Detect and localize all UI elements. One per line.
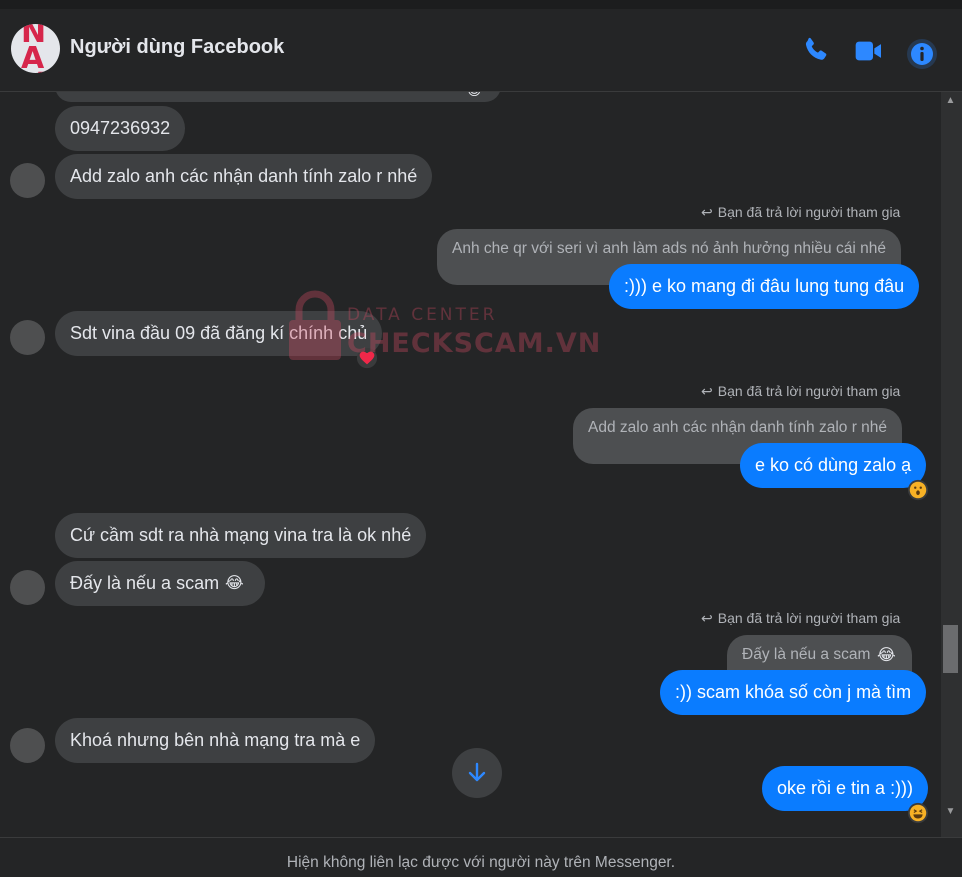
contact-name[interactable]: Người dùng Facebook <box>70 36 284 59</box>
sender-avatar[interactable] <box>10 163 45 198</box>
reply-arrow-icon: ↩ <box>701 383 713 399</box>
video-call-icon[interactable] <box>853 35 885 67</box>
sender-avatar[interactable] <box>10 728 45 763</box>
unavailable-notice: Hiện không liên lạc được với người này t… <box>0 837 962 877</box>
arrow-down-icon <box>468 762 486 782</box>
reply-indicator: ↩ Bạn đã trả lời người tham gia <box>701 383 901 399</box>
partial-emoji: 😊 <box>467 92 482 100</box>
message-bubble-incoming[interactable]: 0947236932 <box>55 106 186 151</box>
message-bubble-incoming[interactable]: Khoá nhưng bên nhà mạng tra mà e <box>55 718 376 763</box>
sender-avatar[interactable] <box>10 570 45 605</box>
wow-reaction-icon[interactable] <box>907 479 929 501</box>
messenger-window: NAV Người dùng Facebook 😊 0947236932 Add… <box>0 0 962 877</box>
contact-avatar[interactable]: NAV <box>11 24 60 73</box>
message-bubble-outgoing[interactable]: :))) e ko mang đi đâu lung tung đâu <box>609 264 920 309</box>
message-bubble-outgoing[interactable]: oke rồi e tin a :))) <box>762 766 929 811</box>
message-bubble-incoming[interactable]: Add zalo anh các nhận danh tính zalo r n… <box>55 154 433 199</box>
reply-indicator: ↩ Bạn đã trả lời người tham gia <box>701 204 901 220</box>
laughing-emoji: 😂 <box>877 647 896 664</box>
message-bubble-outgoing[interactable]: e ko có dùng zalo ạ <box>740 443 927 488</box>
haha-reaction-icon[interactable] <box>907 802 929 824</box>
jump-to-latest-button[interactable] <box>452 748 502 798</box>
sender-avatar[interactable] <box>10 320 45 355</box>
scrollbar-track[interactable] <box>941 92 962 837</box>
scrollbar-thumb[interactable] <box>943 625 958 673</box>
message-bubble-incoming[interactable]: Sdt vina đầu 09 đã đăng kí chính chủ <box>55 311 383 356</box>
conversation-info-icon[interactable] <box>906 38 938 70</box>
message-bubble-outgoing[interactable]: :)) scam khóa số còn j mà tìm <box>660 670 927 715</box>
reply-indicator: ↩ Bạn đã trả lời người tham gia <box>701 610 901 626</box>
scroll-up-arrow-icon[interactable]: ▲ <box>943 94 958 108</box>
message-bubble-incoming[interactable]: Cứ cầm sdt ra nhà mạng vina tra là ok nh… <box>55 513 427 558</box>
laughing-emoji: 😂 <box>225 575 244 592</box>
avatar-watermark-logo: NAV <box>21 24 47 73</box>
chat-header: NAV Người dùng Facebook <box>0 0 962 92</box>
heart-reaction-icon[interactable] <box>356 347 378 369</box>
scroll-down-arrow-icon[interactable]: ▼ <box>943 805 958 819</box>
reply-arrow-icon: ↩ <box>701 204 713 220</box>
reply-arrow-icon: ↩ <box>701 610 713 626</box>
message-bubble-partial <box>55 92 501 102</box>
message-thread: 😊 0947236932 Add zalo anh các nhận danh … <box>0 92 940 837</box>
phone-call-icon[interactable] <box>800 35 832 67</box>
